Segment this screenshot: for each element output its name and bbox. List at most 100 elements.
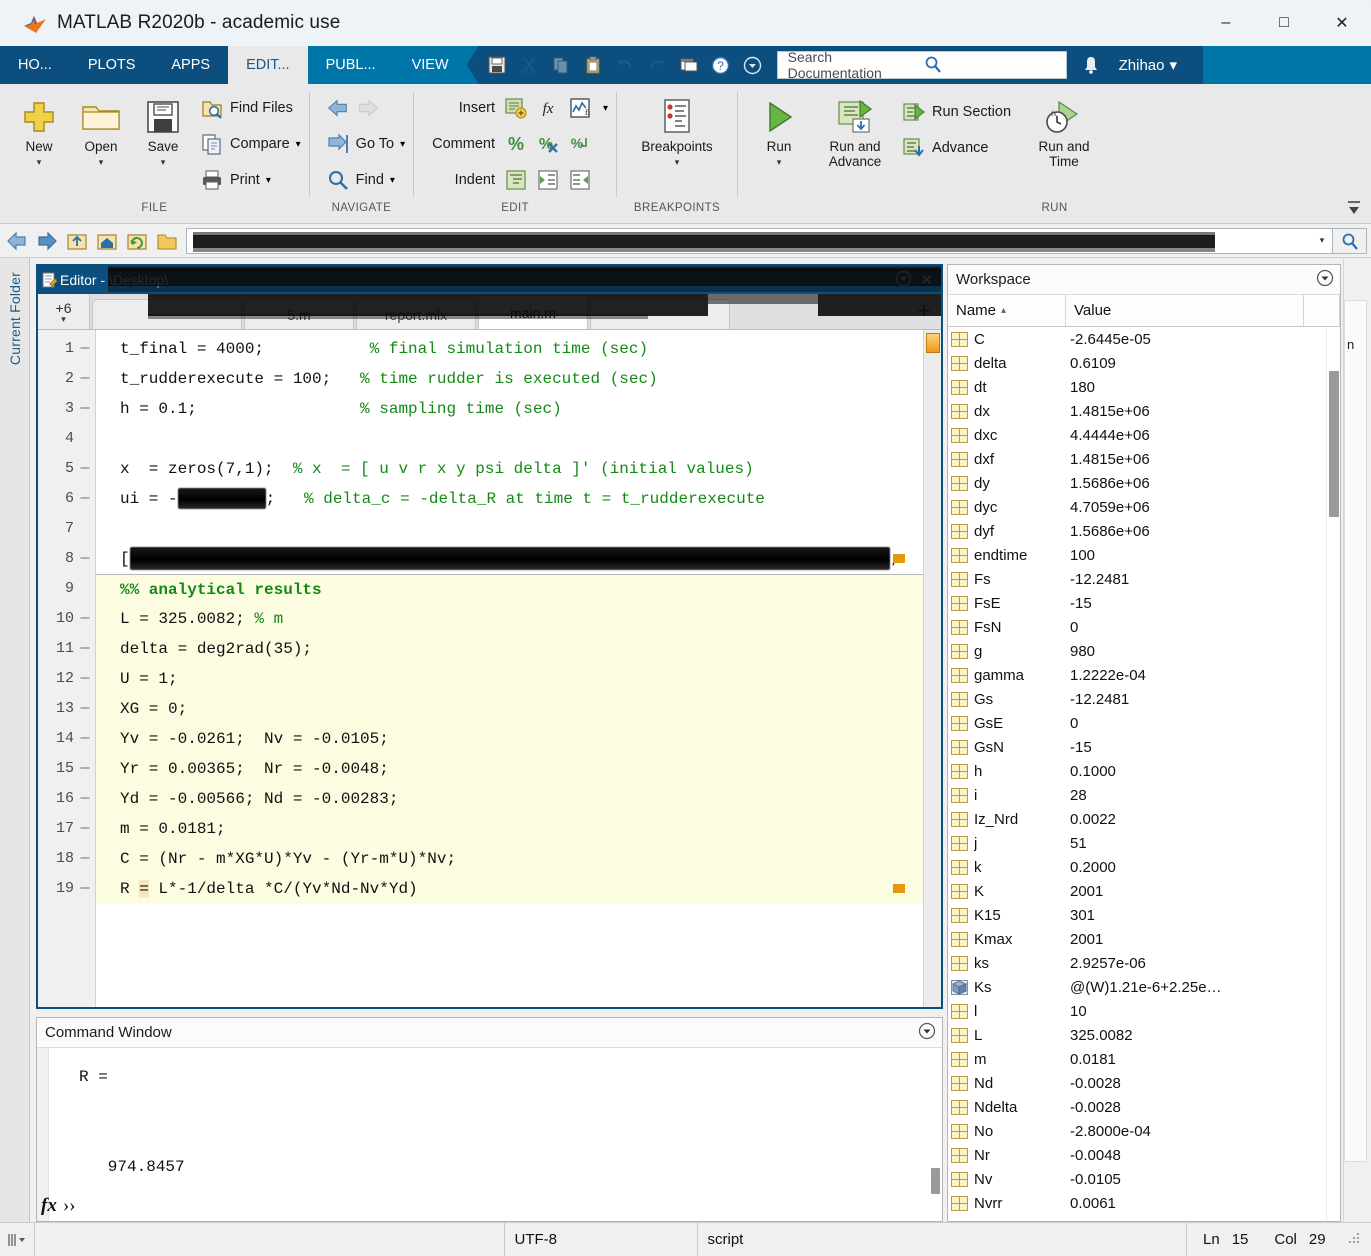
current-folder-path-input[interactable]: ▾ (186, 227, 1333, 254)
code-line-7[interactable] (96, 514, 923, 544)
column-header-value[interactable]: Value (1066, 295, 1304, 326)
executable-dash[interactable]: — (79, 454, 91, 484)
tab-home[interactable]: HO... (0, 46, 70, 84)
path-search-button[interactable] (1333, 227, 1367, 254)
workspace-scrollbar[interactable] (1326, 327, 1340, 1221)
editor-tab-main[interactable]: main.m (478, 295, 588, 329)
more-icon[interactable] (739, 51, 767, 79)
code-line-12[interactable]: U = 1; (96, 664, 923, 694)
forward-icon[interactable] (34, 228, 60, 254)
workspace-row[interactable]: endtime 100 (948, 543, 1340, 567)
workspace-row[interactable]: dt 180 (948, 375, 1340, 399)
code-line-6[interactable]: ui = -; % delta_c = -delta_R at time t =… (96, 484, 923, 514)
workspace-row[interactable]: K 2001 (948, 879, 1340, 903)
up-one-level-icon[interactable] (64, 228, 90, 254)
minimize-button[interactable]: – (1197, 0, 1255, 46)
editor-tab-0[interactable] (92, 299, 242, 329)
bell-icon[interactable] (1077, 51, 1105, 79)
workspace-row[interactable]: L 325.0082 (948, 1023, 1340, 1047)
workspace-row[interactable]: dy 1.5686e+06 (948, 471, 1340, 495)
tab-overflow-badge[interactable]: +6 ▾ (38, 294, 90, 329)
chevron-down-icon[interactable]: ▾ (1312, 235, 1332, 246)
comment-percent-icon[interactable]: % (503, 131, 529, 157)
maximize-button[interactable]: □ (1255, 0, 1313, 46)
code-line-15[interactable]: Yr = 0.00365; Nr = -0.0048; (96, 754, 923, 784)
tab-view[interactable]: VIEW (393, 46, 467, 84)
back-icon[interactable] (4, 228, 30, 254)
workspace-row[interactable]: Nv -0.0105 (948, 1167, 1340, 1191)
user-menu[interactable]: Zhihao ▾ (1119, 56, 1177, 75)
code-line-4[interactable] (96, 424, 923, 454)
advance-button[interactable]: Advance (902, 130, 1011, 166)
insert-icon[interactable] (503, 95, 529, 121)
workspace-row[interactable]: gamma 1.2222e-04 (948, 663, 1340, 687)
fx-icon[interactable]: fx (41, 1195, 57, 1217)
code-line-13[interactable]: XG = 0; (96, 694, 923, 724)
resize-grip-icon[interactable] (1347, 1231, 1361, 1249)
open-button[interactable]: Open ▾ (70, 90, 132, 168)
run-section-button[interactable]: Run Section (902, 94, 1011, 130)
workspace-row[interactable]: FsE -15 (948, 591, 1340, 615)
status-file-type[interactable]: script (696, 1223, 1187, 1256)
executable-dash[interactable]: — (79, 844, 91, 874)
editor-tab-4[interactable] (590, 299, 730, 329)
workspace-row[interactable]: j 51 (948, 831, 1340, 855)
new-button[interactable]: New ▾ (8, 90, 70, 168)
status-bar-grip[interactable] (0, 1223, 34, 1256)
chevron-down-icon[interactable]: ▾ (390, 175, 395, 186)
workspace-row[interactable]: dyc 4.7059e+06 (948, 495, 1340, 519)
workspace-row[interactable]: C -2.6445e-05 (948, 327, 1340, 351)
find-files-button[interactable]: Find Files (200, 90, 301, 126)
workspace-row[interactable]: Nd -0.0028 (948, 1071, 1340, 1095)
workspace-row[interactable]: g 980 (948, 639, 1340, 663)
executable-dash[interactable]: — (79, 694, 91, 724)
cut-icon[interactable] (515, 51, 543, 79)
workspace-row[interactable]: Iz_Nrd 0.0022 (948, 807, 1340, 831)
code-line-19[interactable]: R = L*-1/delta *C/(Yv*Nd-Nv*Yd) (96, 874, 923, 904)
redo-icon[interactable] (643, 51, 671, 79)
command-window-body[interactable]: R = 974.8457 fx ›› (37, 1048, 942, 1221)
home-icon[interactable] (94, 228, 120, 254)
run-and-time-button[interactable]: fx Run and Time (1025, 90, 1103, 170)
hidden-right-panel-strip[interactable]: n (1343, 258, 1371, 1222)
workspace-row[interactable]: ks 2.9257e-06 (948, 951, 1340, 975)
workspace-row[interactable]: Ks @(W)1.21e-6+2.25e… (948, 975, 1340, 999)
run-button[interactable]: Run ▾ (746, 90, 812, 168)
editor-tab-1[interactable]: 5.m (244, 299, 354, 329)
executable-dash[interactable]: — (79, 544, 91, 574)
executable-dash[interactable]: — (79, 664, 91, 694)
smart-indent-icon[interactable] (503, 167, 529, 193)
wrap-comment-icon[interactable]: % (567, 131, 593, 157)
tab-apps[interactable]: APPS (153, 46, 229, 84)
workspace-variable-list[interactable]: C -2.6445e-05 delta 0.6109 dt 180 dx 1.4815e+06… (948, 327, 1340, 1221)
code-line-5[interactable]: x = zeros(7,1); % x = [ u v r x y psi de… (96, 454, 923, 484)
executable-dash[interactable]: — (79, 364, 91, 394)
workspace-row[interactable]: dx 1.4815e+06 (948, 399, 1340, 423)
code-line-11[interactable]: delta = deg2rad(35); (96, 634, 923, 664)
chevron-down-icon[interactable]: ▾ (675, 157, 680, 168)
sidebar-item-current-folder[interactable]: Current Folder (0, 258, 30, 1222)
go-to-button[interactable]: Go To ▾ (326, 126, 405, 162)
navigate-arrows[interactable] (326, 90, 405, 126)
code-line-17[interactable]: m = 0.0181; (96, 814, 923, 844)
workspace-row[interactable]: K15 301 (948, 903, 1340, 927)
compare-button[interactable]: Compare ▾ (200, 126, 301, 162)
code-line-3[interactable]: h = 0.1; % sampling time (sec) (96, 394, 923, 424)
workspace-row[interactable]: dyf 1.5686e+06 (948, 519, 1340, 543)
print-button[interactable]: Print ▾ (200, 162, 301, 198)
workspace-row[interactable]: h 0.1000 (948, 759, 1340, 783)
editor-vertical-scrollbar[interactable] (923, 330, 941, 1007)
window-layout-icon[interactable] (675, 51, 703, 79)
chevron-down-icon[interactable]: ▾ (99, 157, 104, 168)
executable-dash[interactable]: — (79, 484, 91, 514)
close-button[interactable]: ✕ (1313, 0, 1371, 46)
workspace-row[interactable]: FsN 0 (948, 615, 1340, 639)
executable-dash[interactable]: — (79, 784, 91, 814)
chevron-down-icon[interactable]: ▾ (777, 157, 782, 168)
executable-dash[interactable]: — (79, 394, 91, 424)
tab-editor[interactable]: EDIT... (228, 46, 308, 84)
chevron-down-icon[interactable]: ▾ (296, 139, 301, 150)
executable-dash[interactable]: — (79, 724, 91, 754)
workspace-row[interactable]: m 0.0181 (948, 1047, 1340, 1071)
refresh-icon[interactable] (124, 228, 150, 254)
